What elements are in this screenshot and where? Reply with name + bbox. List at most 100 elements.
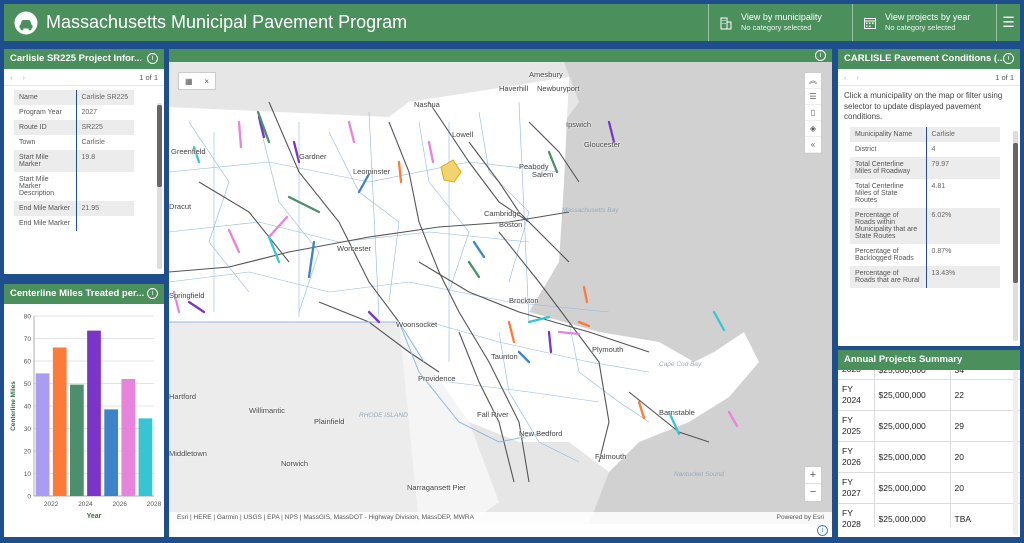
map-left-tools: ▦ ×	[178, 72, 216, 90]
collapse-up-icon[interactable]: ︽	[805, 73, 821, 89]
attribute-value: 21.95	[76, 201, 134, 216]
place-label: Worcester	[337, 244, 372, 253]
place-label: Newburyport	[537, 84, 580, 93]
map-toolbar: ︽ ☰ ▯ ◈ «	[804, 72, 822, 154]
municipality-selector-label: View by municipality	[741, 12, 822, 22]
conditions-scrollbar[interactable]	[1013, 131, 1018, 341]
water-label: Massachusetts Bay	[562, 207, 619, 214]
summary-row: FY 2026 $25,000,000 20	[838, 441, 1020, 473]
attribute-row: Municipality Name Carlisle	[850, 126, 1000, 142]
attribute-key: End Mile Marker	[14, 216, 77, 231]
water-label: Cape Cod Bay	[659, 361, 702, 368]
attribute-value: 2027	[81, 109, 98, 116]
attribute-row: Percentage of Roads that are Rural 13.43%	[850, 265, 1000, 288]
summary-scrollbar[interactable]	[1013, 370, 1018, 535]
summary-title: Annual Projects Summary	[838, 350, 1020, 370]
attribute-value: 6.02%	[926, 207, 1000, 244]
conditions-title-text: CARLISLE Pavement Conditions (...	[844, 53, 1005, 64]
zoom-out-button[interactable]: −	[805, 484, 821, 501]
year-selector-value: No category selected	[885, 23, 956, 32]
place-label: Leominster	[353, 167, 391, 176]
pager-arrows[interactable]: ‹›	[844, 73, 995, 82]
project-info-title: Carlisle SR225 Project Infor... i	[4, 49, 164, 69]
car-logo-icon	[14, 11, 38, 34]
bar	[35, 373, 50, 496]
attribute-row: End Mile Marker 21.95	[14, 201, 134, 216]
attribute-row: Total Centerline Miles of State Routes 4.…	[850, 178, 1000, 208]
attribute-value	[76, 172, 134, 201]
y-tick-label: 20	[24, 449, 32, 456]
summary-panel: Annual Projects Summary 2023$25,000,0003…	[838, 350, 1020, 537]
place-label: Springfield	[169, 291, 205, 300]
attribute-value: 4	[931, 145, 936, 153]
project-attribute-table: Name Carlisle SR225 Program Year 2027 Route …	[14, 90, 134, 231]
x-axis-title: Year	[87, 513, 102, 520]
conditions-intro: Click a municipality on the map or filte…	[844, 91, 1003, 121]
close-icon[interactable]: ×	[204, 77, 209, 86]
x-tick-label: 2028	[147, 501, 162, 508]
chart-title: Centerline Miles Treated per... i	[4, 284, 164, 304]
app-header: Massachusetts Municipal Pavement Program…	[4, 4, 1020, 41]
pager-arrows[interactable]: ‹›	[10, 73, 139, 82]
project-count: 20	[949, 441, 1020, 473]
legend-icon[interactable]: ☰	[805, 89, 821, 105]
x-tick-label: 2024	[78, 501, 93, 508]
map-view[interactable]: ▦ × ︽ ☰ ▯ ◈ « + − Nashua Haverhill Amesbury…	[169, 62, 832, 524]
centerline-miles-chart: 0 10 20 30 40 50 60 70 80 2022 2024 2026 2028 Centerl…	[10, 314, 162, 521]
fiscal-year: FY 2026	[838, 441, 874, 473]
budget-amount: $25,000,000	[873, 379, 950, 411]
attribute-value: 0.87%	[931, 247, 952, 255]
place-label: Amesbury	[529, 70, 563, 79]
project-scrollbar[interactable]	[157, 103, 162, 269]
place-label: Barnstable	[659, 408, 695, 417]
chart-title-text: Centerline Miles Treated per...	[10, 288, 145, 299]
bookmark-icon[interactable]: ▯	[805, 105, 821, 121]
place-label: Haverhill	[499, 84, 529, 93]
menu-icon[interactable]: ☰	[996, 4, 1020, 41]
bar	[70, 384, 84, 496]
project-count: 22	[949, 379, 1020, 411]
powered-by-link[interactable]: Powered by Esri	[777, 514, 824, 521]
project-info-title-text: Carlisle SR225 Project Infor...	[10, 53, 142, 64]
chart-panel: Centerline Miles Treated per... i 0 10 20 30…	[4, 284, 164, 537]
y-tick-label: 70	[24, 336, 32, 343]
attribute-key: Program Year	[14, 105, 77, 120]
bar	[138, 418, 153, 496]
place-label: Ipswich	[566, 120, 592, 129]
attribute-key: Name	[14, 90, 77, 105]
municipality-selector[interactable]: View by municipality No category selecte…	[708, 4, 852, 41]
conditions-title: CARLISLE Pavement Conditions (... i	[838, 49, 1020, 69]
calendar-icon	[864, 17, 876, 29]
basemap-icon[interactable]: ▦	[185, 77, 193, 86]
info-icon[interactable]: i	[147, 53, 158, 64]
year-selector[interactable]: View projects by year No category select…	[852, 4, 996, 41]
project-attribute-list: Name Carlisle SR225 Program Year 2027 Route …	[4, 86, 164, 270]
pager-count: 1 of 1	[139, 72, 158, 82]
place-label: Middletown	[169, 449, 207, 458]
info-icon[interactable]: i	[147, 288, 158, 299]
place-label: Cambridge	[484, 209, 521, 218]
y-tick-label: 40	[24, 404, 32, 411]
info-icon[interactable]: i	[817, 525, 828, 536]
layers-icon[interactable]: ◈	[805, 121, 821, 137]
attribute-row: Total Centerline Miles of Roadway 79.97	[850, 156, 1000, 179]
place-label: Brockton	[509, 296, 539, 305]
zoom-in-button[interactable]: +	[805, 467, 821, 484]
attribute-value	[76, 216, 134, 231]
place-label: Greenfield	[171, 147, 206, 156]
attribute-key: Route ID	[14, 120, 77, 135]
place-label: Lowell	[452, 130, 474, 139]
info-icon[interactable]: i	[1003, 53, 1014, 64]
attribute-value: 4.81	[931, 182, 946, 190]
building-icon	[720, 17, 732, 29]
attribute-key: Total Centerline Miles of Roadway	[850, 156, 927, 179]
water-label: Nantucket Sound	[674, 471, 724, 478]
collapse-left-icon[interactable]: «	[805, 137, 821, 153]
attribute-value: 79.97	[926, 156, 1000, 179]
info-icon[interactable]: i	[815, 50, 826, 61]
bar	[121, 379, 136, 496]
attribute-row: District 4	[850, 141, 1000, 157]
map-footer: i	[169, 524, 832, 537]
project-count: 29	[949, 410, 1020, 442]
place-label: Woonsocket	[396, 320, 438, 329]
